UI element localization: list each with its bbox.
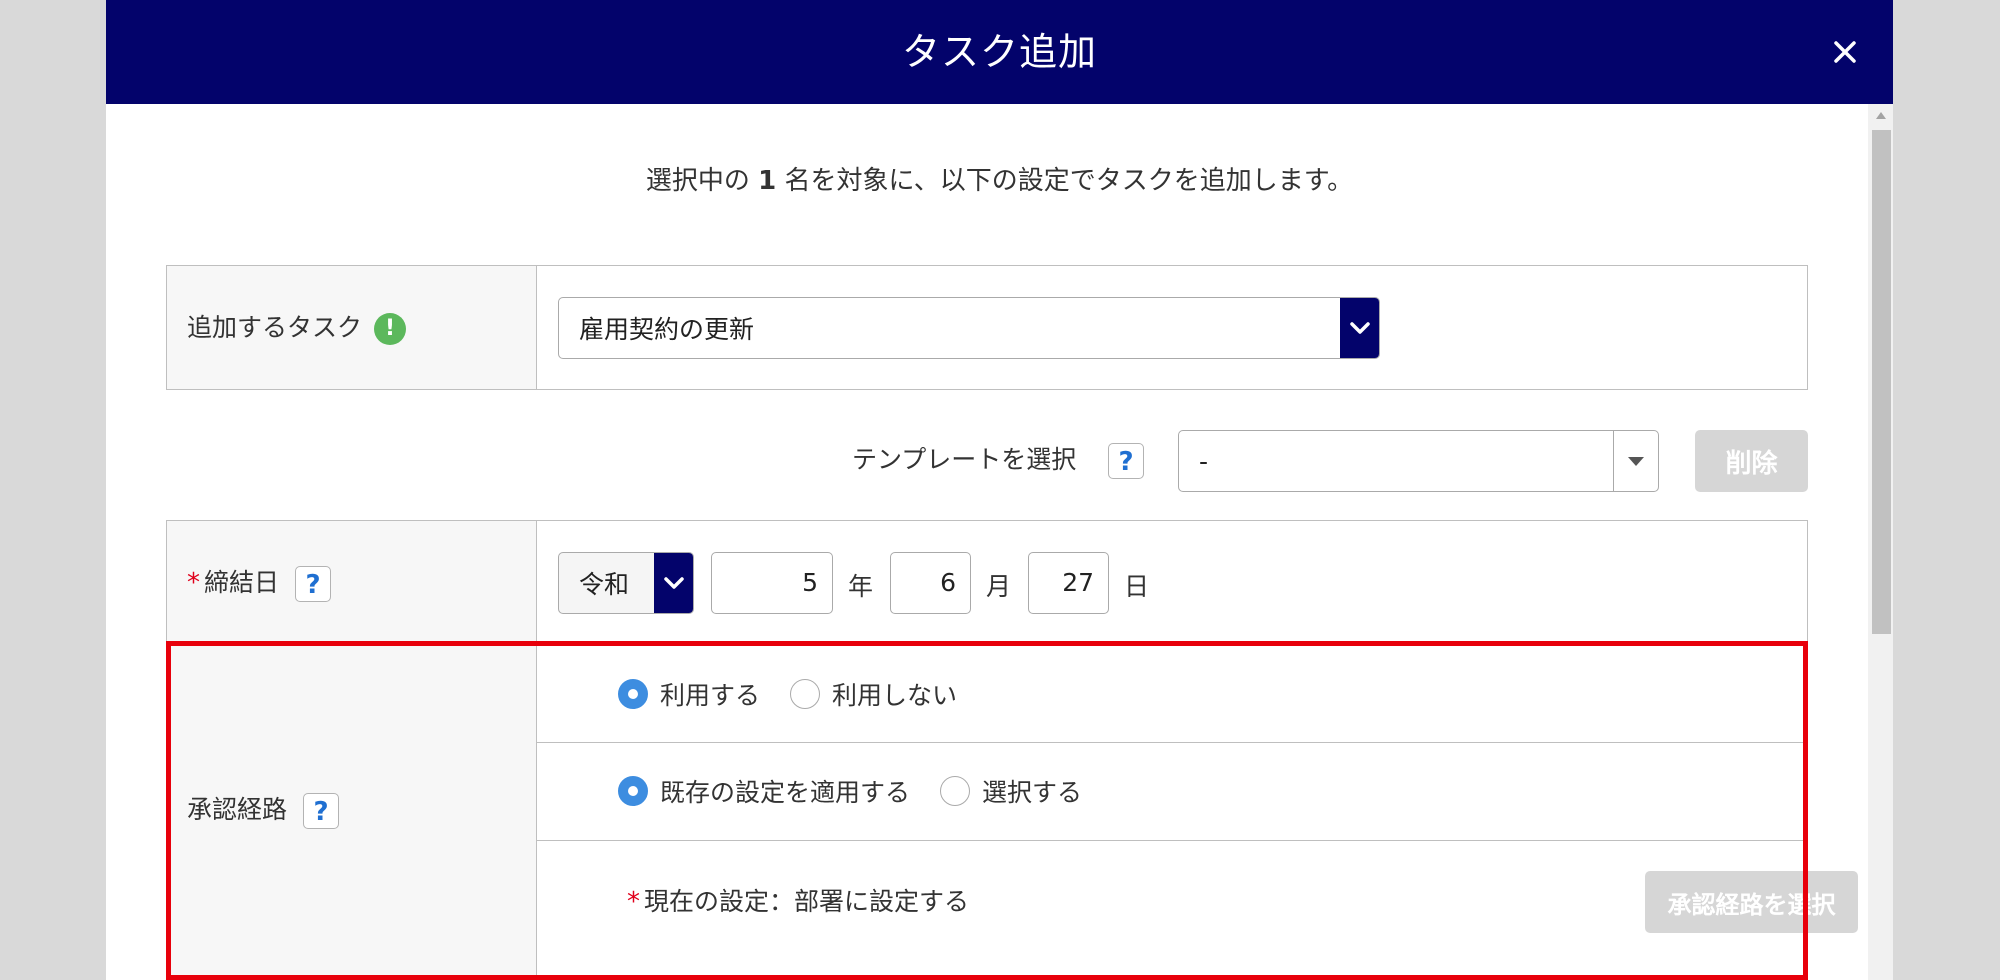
year-input[interactable]: 5 [711, 552, 833, 614]
intro-text: 選択中の 1 名を対象に、以下の設定でタスクを追加します。 [106, 160, 1893, 197]
approval-use-radio-group: 利用する 利用しない [618, 676, 987, 715]
template-delete-button[interactable]: 削除 [1695, 430, 1808, 492]
template-label: テンプレートを選択 [852, 445, 1077, 474]
era-select[interactable]: 令和 [558, 552, 694, 614]
task-label-cell: 追加するタスク! [167, 266, 537, 389]
task-label-wrap: 追加するタスク! [187, 308, 407, 345]
info-icon[interactable]: ! [374, 313, 407, 345]
approval-label-wrap: 承認経路? [187, 790, 340, 829]
approval-help-icon[interactable]: ? [303, 793, 340, 829]
current-setting: * 現在の設定：部署に設定する [627, 882, 969, 918]
close-icon[interactable] [1823, 30, 1867, 74]
scrollbar[interactable] [1868, 104, 1893, 980]
task-label: 追加するタスク [187, 313, 363, 342]
radio-not-use-icon[interactable] [790, 679, 821, 709]
radio-select[interactable]: 選択する [940, 773, 1082, 809]
day-input[interactable]: 27 [1028, 552, 1109, 614]
radio-select-icon[interactable] [940, 776, 971, 806]
month-input[interactable]: 6 [890, 552, 971, 614]
radio-apply-existing-icon[interactable] [618, 776, 648, 806]
day-unit: 日 [1124, 572, 1150, 601]
date-label-cell: * 締結日? [167, 521, 537, 641]
scrollbar-thumb[interactable] [1872, 130, 1891, 634]
current-setting-text: 現在の設定：部署に設定する [644, 887, 970, 916]
scroll-up-arrow-icon[interactable] [1876, 112, 1886, 119]
template-select-value: - [1199, 446, 1209, 476]
radio-not-use[interactable]: 利用しない [790, 676, 957, 712]
approval-label-cell: 承認経路? [167, 642, 537, 980]
chevron-down-icon[interactable] [654, 553, 693, 613]
chevron-down-icon[interactable] [1340, 298, 1379, 358]
approval-route-row: 承認経路? 利用する 利用しない 既存の設定を適用する 選択する * 現在の設定：部署… [166, 641, 1858, 980]
radio-select-label: 選択する [982, 778, 1083, 807]
radio-use-selected-icon[interactable] [618, 679, 648, 709]
template-select[interactable]: - [1178, 430, 1659, 492]
template-help-icon[interactable]: ? [1108, 443, 1144, 479]
radio-apply-existing-label: 既存の設定を適用する [660, 778, 911, 807]
month-unit: 月 [986, 572, 1012, 601]
modal-title: タスク追加 [901, 30, 1097, 74]
divider [537, 742, 1807, 743]
era-value: 令和 [579, 570, 630, 599]
radio-use[interactable]: 利用する [618, 676, 760, 712]
conclusion-date-row: * 締結日? 令和 5 年 6 月 27 日 [166, 520, 1808, 642]
task-row: 追加するタスク! 雇用契約の更新 [166, 265, 1808, 390]
task-add-modal: タスク追加 選択中の 1 名を対象に、以下の設定でタスクを追加します。 追加する… [106, 0, 1893, 980]
divider [537, 840, 1807, 841]
intro-prefix: 選択中の [645, 166, 759, 196]
date-label-wrap: * 締結日? [187, 563, 332, 602]
dropdown-arrow-icon[interactable] [1613, 431, 1658, 491]
radio-not-use-label: 利用しない [832, 681, 958, 710]
radio-use-label: 利用する [660, 681, 761, 710]
required-mark: * [627, 887, 640, 917]
task-select[interactable]: 雇用契約の更新 [558, 297, 1380, 359]
approval-mode-radio-group: 既存の設定を適用する 選択する [618, 773, 1112, 812]
approval-label: 承認経路 [187, 795, 288, 824]
date-help-icon[interactable]: ? [295, 566, 332, 602]
select-approval-route-button[interactable]: 承認経路を選択 [1645, 871, 1858, 933]
year-unit: 年 [848, 572, 874, 601]
intro-suffix: 名を対象に、以下の設定でタスクを追加します。 [776, 166, 1354, 196]
required-mark: * [187, 568, 200, 598]
date-label: 締結日 [204, 568, 280, 597]
radio-apply-existing[interactable]: 既存の設定を適用する [618, 773, 910, 809]
task-select-value: 雇用契約の更新 [579, 315, 755, 344]
selected-count: 1 [758, 166, 777, 196]
modal-header: タスク追加 [106, 0, 1893, 104]
